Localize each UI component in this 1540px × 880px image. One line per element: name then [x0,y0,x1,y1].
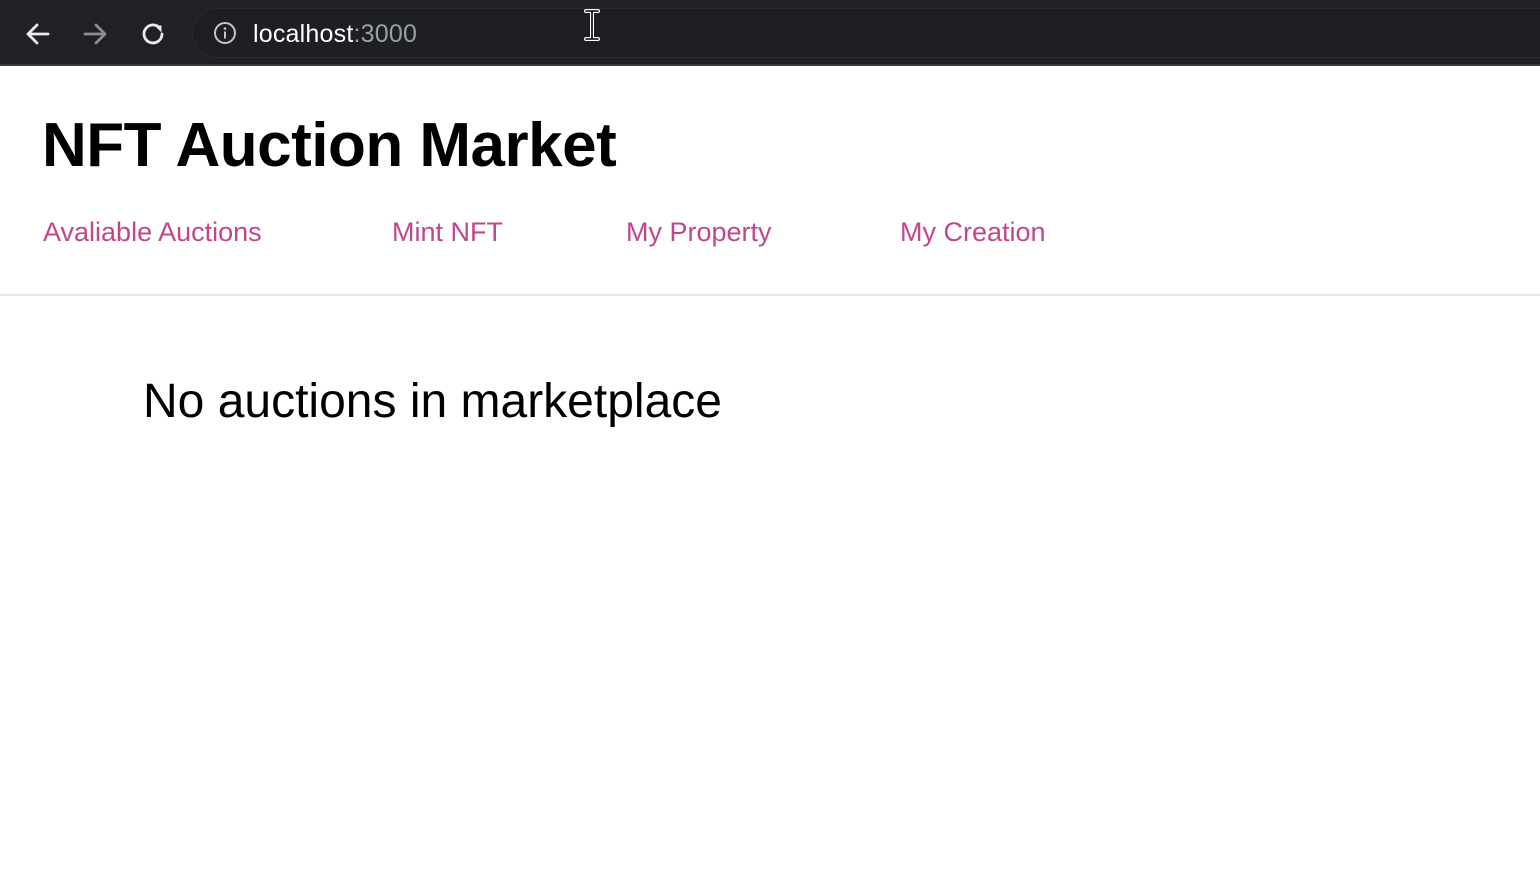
page-title: NFT Auction Market [42,111,617,180]
reload-icon [142,23,164,45]
page-content: NFT Auction Market Avaliable Auctions Mi… [0,66,1540,880]
back-button[interactable] [21,17,55,51]
site-header: NFT Auction Market Avaliable Auctions Mi… [0,66,1540,296]
nav-link-mint-nft[interactable]: Mint NFT [392,216,503,248]
reload-button[interactable] [136,17,170,51]
url-host: localhost [253,20,354,48]
nav-link-my-creation[interactable]: My Creation [900,216,1046,248]
empty-state-message: No auctions in marketplace [143,375,722,428]
address-bar[interactable]: localhost:3000 [192,8,1540,58]
arrow-left-icon [26,23,50,45]
nav-link-my-property[interactable]: My Property [626,216,772,248]
info-circle-icon[interactable] [213,21,237,45]
nav-link-available-auctions[interactable]: Avaliable Auctions [43,216,262,248]
browser-toolbar: localhost:3000 [0,0,1540,66]
url-text[interactable]: localhost:3000 [253,20,417,48]
arrow-right-icon [83,23,107,45]
url-port: :3000 [353,20,418,48]
text-cursor-icon [584,9,600,41]
forward-button[interactable] [78,17,112,51]
